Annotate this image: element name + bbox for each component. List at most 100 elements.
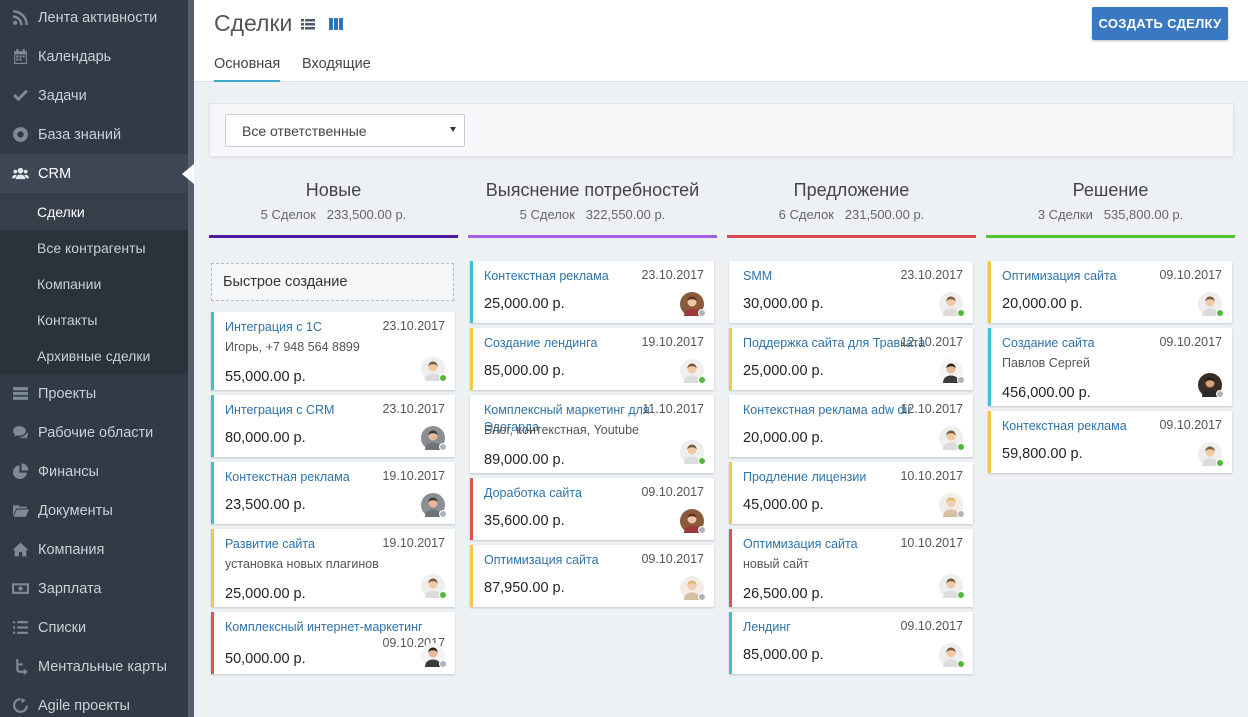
column-header: Предложение 6 Сделок 231,500.00 р.	[727, 180, 976, 222]
deal-date: 09.10.2017	[1159, 268, 1222, 282]
avatar[interactable]	[680, 440, 706, 465]
avatar[interactable]	[939, 292, 965, 317]
sidebar-item-knowledge[interactable]: База знаний	[0, 115, 188, 154]
deal-card[interactable]: Лендинг 09.10.2017 85,000.00 р.	[729, 612, 973, 674]
column-color-bar	[727, 235, 976, 238]
avatar[interactable]	[939, 643, 965, 668]
deal-amount: 25,000.00 р.	[484, 296, 565, 312]
deal-card[interactable]: SMM 23.10.2017 30,000.00 р.	[729, 261, 973, 323]
submenu-archived-deals[interactable]: Архивные сделки	[0, 338, 188, 374]
sidebar-item-label: Календарь	[38, 48, 112, 65]
deal-amount: 26,500.00 р.	[743, 586, 824, 602]
column-color-bar	[986, 235, 1235, 238]
avatar[interactable]	[1198, 292, 1224, 317]
avatar[interactable]	[421, 493, 447, 518]
deal-amount: 85,000.00 р.	[484, 363, 565, 379]
deal-card[interactable]: Доработка сайта 09.10.2017 35,600.00 р.	[470, 478, 714, 540]
avatar[interactable]	[421, 357, 447, 382]
deal-card[interactable]: Комплексный интернет-маркетинг 09.10.2017…	[211, 612, 455, 674]
column-deal-count: 3 Сделки	[1037, 207, 1093, 222]
deal-amount: 20,000.00 р.	[743, 430, 824, 446]
avatar[interactable]	[939, 493, 965, 518]
deal-card[interactable]: Создание лендинга 19.10.2017 85,000.00 р.	[470, 328, 714, 390]
column-summary: 5 Сделок 322,550.00 р.	[468, 207, 717, 222]
deal-card[interactable]: Оптимизация сайта 09.10.2017 87,950.00 р.	[470, 545, 714, 607]
sidebar-item-documents[interactable]: Документы	[0, 491, 188, 530]
sidebar-scrollbar[interactable]	[188, 0, 194, 717]
deal-card[interactable]: Интеграция с CRM 23.10.2017 80,000.00 р.	[211, 395, 455, 457]
avatar[interactable]	[680, 292, 706, 317]
sidebar-item-agile[interactable]: Agile проекты	[0, 686, 188, 717]
sidebar-item-salary[interactable]: Зарплата	[0, 569, 188, 608]
sidebar-item-lists[interactable]: Списки	[0, 608, 188, 647]
submenu-companies[interactable]: Компании	[0, 266, 188, 302]
crm-submenu: Сделки Все контрагенты Компании Контакты…	[0, 194, 188, 374]
deal-card[interactable]: Оптимизация сайта 10.10.2017 новый сайт 26,…	[729, 529, 973, 607]
responsible-select[interactable]: Все ответственные	[225, 114, 465, 147]
column-deal-count: 5 Сделок	[260, 207, 316, 222]
deal-date: 09.10.2017	[900, 619, 963, 633]
kanban-view-icon[interactable]	[328, 16, 344, 32]
deal-card[interactable]: Контекстная реклама 23.10.2017 25,000.00 р…	[470, 261, 714, 323]
sidebar-item-projects[interactable]: Проекты	[0, 374, 188, 413]
deal-card[interactable]: Контекстная реклама adw dir 12.10.2017 20,…	[729, 395, 973, 457]
sidebar-item-crm[interactable]: CRM	[0, 154, 194, 193]
avatar[interactable]	[421, 426, 447, 451]
sidebar-item-company[interactable]: Компания	[0, 530, 188, 569]
deal-title-link[interactable]: Комплексный интернет-маркетинг	[225, 619, 445, 636]
tab-incoming[interactable]: Входящие	[302, 56, 371, 82]
avatar[interactable]	[680, 359, 706, 384]
sidebar-item-tasks[interactable]: Задачи	[0, 76, 188, 115]
deal-subtitle: Павлов Сергей	[1002, 356, 1090, 370]
deal-card[interactable]: Создание сайта 09.10.2017 Павлов Сергей 456…	[988, 328, 1232, 406]
sidebar-item-label: Agile проекты	[38, 697, 130, 714]
deal-date: 19.10.2017	[382, 469, 445, 483]
agile-icon	[0, 697, 38, 714]
list-icon	[0, 619, 38, 636]
avatar[interactable]	[680, 509, 706, 534]
tab-main[interactable]: Основная	[214, 56, 281, 82]
sidebar-scrollbar-thumb[interactable]	[188, 0, 194, 717]
status-dot-icon	[1216, 309, 1224, 317]
avatar[interactable]	[421, 643, 447, 668]
deal-date: 11.10.2017	[642, 402, 704, 416]
list-view-icon[interactable]	[300, 16, 316, 32]
avatar[interactable]	[1198, 442, 1224, 467]
deal-subtitle: новый сайт	[743, 557, 809, 571]
status-dot-icon	[439, 510, 447, 518]
column-title: Предложение	[793, 180, 910, 200]
deal-card[interactable]: Оптимизация сайта 09.10.2017 20,000.00 р.	[988, 261, 1232, 323]
deal-card[interactable]: Развитие сайта 19.10.2017 установка новых …	[211, 529, 455, 607]
sidebar-item-label: Финансы	[38, 463, 99, 480]
column-header: Решение 3 Сделки 535,800.00 р.	[986, 180, 1235, 222]
deal-card[interactable]: Поддержка сайта для Травката 12.10.2017 25…	[729, 328, 973, 390]
submenu-contractors[interactable]: Все контрагенты	[0, 230, 188, 266]
check-icon	[0, 87, 38, 104]
sidebar-item-finance[interactable]: Финансы	[0, 452, 188, 491]
avatar[interactable]	[1198, 373, 1224, 398]
submenu-contacts[interactable]: Контакты	[0, 302, 188, 338]
create-deal-button[interactable]: СОЗДАТЬ СДЕЛКУ	[1092, 7, 1228, 40]
sidebar-item-label: Документы	[38, 502, 113, 519]
quick-create-input[interactable]: Быстрое создание	[211, 263, 454, 301]
sidebar-item-workspaces[interactable]: Рабочие области	[0, 413, 188, 452]
deal-card[interactable]: Контекстная реклама 09.10.2017 59,800.00 р…	[988, 411, 1232, 473]
status-dot-icon	[957, 660, 965, 668]
status-dot-icon	[957, 376, 965, 384]
deal-card[interactable]: Контекстная реклама 19.10.2017 23,500.00 р…	[211, 462, 455, 524]
deal-card[interactable]: Продление лицензии 10.10.2017 45,000.00 р.	[729, 462, 973, 524]
submenu-deals[interactable]: Сделки	[0, 194, 188, 230]
sidebar-item-activity[interactable]: Лента активности	[0, 0, 188, 37]
avatar[interactable]	[939, 426, 965, 451]
users-icon	[0, 165, 38, 182]
avatar[interactable]	[421, 574, 447, 599]
avatar[interactable]	[680, 576, 706, 601]
sidebar-item-mindmaps[interactable]: Ментальные карты	[0, 647, 188, 686]
avatar[interactable]	[939, 359, 965, 384]
sidebar-item-calendar[interactable]: Календарь	[0, 37, 188, 76]
sidebar-item-label: Лента активности	[38, 9, 158, 26]
avatar[interactable]	[939, 574, 965, 599]
deal-card[interactable]: Комплексный маркетинг для Эдогарда 11.10.…	[470, 395, 714, 473]
sidebar-item-label: Проекты	[38, 385, 97, 402]
deal-card[interactable]: Интеграция с 1С 23.10.2017 Игорь, +7 948 5…	[211, 312, 455, 390]
